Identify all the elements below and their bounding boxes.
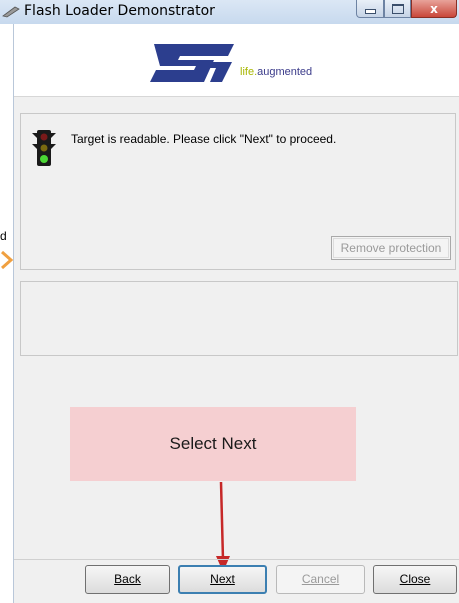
close-window-button[interactable]: x	[411, 0, 457, 18]
pointer-arrow-icon	[216, 482, 230, 572]
status-panel: Target is readable. Please click "Next" …	[20, 113, 456, 270]
tagline-augmented: augmented	[257, 66, 313, 78]
logo-banner: life.augmented	[14, 24, 459, 97]
button-separator	[14, 559, 459, 560]
next-button[interactable]: Next	[178, 565, 267, 594]
window-title: Flash Loader Demonstrator	[24, 3, 215, 19]
wizard-dialog: life.augmented Target is readable. Pleas…	[13, 24, 459, 603]
close-button[interactable]: Close	[373, 565, 457, 594]
title-bar: Flash Loader Demonstrator x	[0, 0, 459, 24]
log-panel	[20, 281, 458, 356]
app-icon	[2, 6, 20, 18]
minimize-button[interactable]	[356, 0, 384, 18]
maximize-button[interactable]	[384, 0, 411, 18]
tagline: life.augmented	[240, 66, 312, 78]
edge-annotation-text: d	[0, 229, 7, 243]
instruction-text: Select Next	[169, 434, 257, 453]
traffic-light-icon	[32, 130, 56, 166]
edge-arrow-icon	[1, 250, 14, 270]
cancel-button[interactable]: Cancel	[276, 565, 365, 594]
back-button[interactable]: Back	[85, 565, 170, 594]
tagline-life: life	[240, 66, 255, 78]
st-logo	[150, 44, 234, 82]
remove-protection-button[interactable]: Remove protection	[331, 236, 451, 260]
status-message: Target is readable. Please click "Next" …	[71, 132, 337, 146]
instruction-callout: Select Next	[70, 407, 356, 481]
close-icon: x	[430, 1, 438, 16]
